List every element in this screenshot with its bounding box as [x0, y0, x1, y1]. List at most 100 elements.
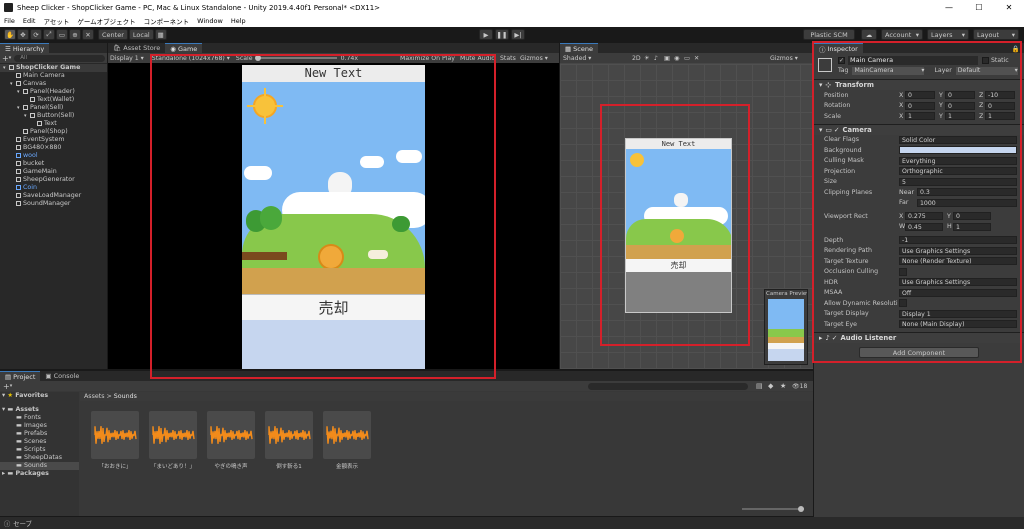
- menu-file[interactable]: File: [0, 17, 19, 25]
- hierarchy-item[interactable]: GameMain: [0, 168, 107, 176]
- menu-component[interactable]: コンポーネント: [140, 16, 194, 26]
- folder-item[interactable]: ▬ Prefabs: [0, 430, 79, 438]
- asset-item[interactable]: 「まいどあり！」: [144, 411, 202, 470]
- filter-type-icon[interactable]: ▤: [756, 382, 763, 390]
- field-value[interactable]: [899, 146, 1017, 155]
- hierarchy-item[interactable]: Coin: [0, 184, 107, 192]
- tab-scene[interactable]: ▦ Scene: [560, 43, 598, 53]
- resolution-dropdown[interactable]: Standalone (1024x768) ▾: [152, 55, 230, 62]
- hierarchy-item[interactable]: Panel(Shop): [0, 128, 107, 136]
- hierarchy-item[interactable]: SoundManager: [0, 200, 107, 208]
- near-field[interactable]: 0.3: [917, 188, 1017, 197]
- game-view[interactable]: New Text 売却: [242, 65, 425, 369]
- tab-game[interactable]: ◉ Game: [165, 43, 203, 53]
- scene-camera-frame[interactable]: New Text 売却: [625, 138, 732, 313]
- viewport-w-field[interactable]: 0.45: [905, 222, 943, 231]
- viewport-h-field[interactable]: 1: [953, 222, 991, 231]
- position-x-field[interactable]: 0: [905, 91, 935, 100]
- coin-sprite[interactable]: [318, 244, 344, 268]
- tab-hierarchy[interactable]: ☰ Hierarchy: [0, 43, 50, 53]
- field-value[interactable]: Orthographic: [899, 167, 1017, 176]
- pivot-local-button[interactable]: Local: [128, 29, 154, 40]
- sell-button[interactable]: 売却: [242, 294, 425, 320]
- camera-enabled-checkbox[interactable]: ✓: [834, 126, 840, 134]
- field-value[interactable]: Use Graphics Settings: [899, 278, 1017, 287]
- rect-tool-icon[interactable]: ▭: [56, 29, 68, 40]
- position-y-field[interactable]: 0: [945, 91, 975, 100]
- grid-snap-icon[interactable]: ▦: [154, 29, 167, 40]
- viewport-y-field[interactable]: 0: [953, 212, 991, 221]
- folder-item[interactable]: ▬ Images: [0, 422, 79, 430]
- hand-tool-icon[interactable]: ✋: [4, 29, 16, 40]
- mute-audio-toggle[interactable]: Mute Audio: [460, 55, 495, 62]
- hierarchy-item[interactable]: ▾ Button(Sell): [0, 112, 107, 120]
- slider-thumb[interactable]: [798, 506, 804, 512]
- scene-gizmos-dropdown[interactable]: Gizmos ▾: [770, 55, 798, 62]
- folder-item[interactable]: ▬ Scenes: [0, 438, 79, 446]
- plastic-scm-button[interactable]: Plastic SCM: [803, 29, 855, 40]
- maximize-on-play-toggle[interactable]: Maximize On Play: [400, 55, 455, 62]
- asset-item[interactable]: やぎの鳴き声: [202, 411, 260, 470]
- field-value[interactable]: None (Main Display): [899, 320, 1017, 329]
- hierarchy-item[interactable]: wool: [0, 152, 107, 160]
- pivot-center-button[interactable]: Center: [98, 29, 128, 40]
- tab-console[interactable]: ▣ Console: [40, 371, 85, 381]
- hierarchy-item[interactable]: Text: [0, 120, 107, 128]
- layer-dropdown[interactable]: Default ▾: [955, 66, 1018, 75]
- hierarchy-search-input[interactable]: All: [14, 54, 105, 62]
- hierarchy-item[interactable]: Text(Wallet): [0, 96, 107, 104]
- breadcrumb-sounds[interactable]: Sounds: [114, 393, 137, 400]
- tab-project[interactable]: ▤ Project: [0, 371, 41, 381]
- account-dropdown[interactable]: Account ▾: [881, 29, 923, 40]
- asset-item[interactable]: 倒す斬る1: [260, 411, 318, 470]
- favorites-item[interactable]: ▾ ★ Favorites: [0, 392, 79, 400]
- menu-window[interactable]: Window: [193, 17, 227, 25]
- field-value[interactable]: Solid Color: [899, 135, 1017, 144]
- close-icon[interactable]: ✕: [994, 0, 1024, 15]
- field-value[interactable]: Off: [899, 288, 1017, 297]
- minimize-icon[interactable]: —: [934, 0, 964, 15]
- hierarchy-item[interactable]: bucket: [0, 160, 107, 168]
- filter-label-icon[interactable]: ◆: [768, 382, 773, 390]
- transform-header[interactable]: ▾ ⊹ Transform: [814, 79, 1024, 90]
- tools-icon[interactable]: ✕: [694, 55, 699, 62]
- hidden-icon[interactable]: ◉: [674, 55, 679, 62]
- hierarchy-item[interactable]: ▾ Canvas: [0, 80, 107, 88]
- add-icon[interactable]: +: [2, 54, 9, 63]
- rotation-z-field[interactable]: 0: [985, 101, 1015, 110]
- lock-icon[interactable]: 🔒: [1012, 45, 1020, 53]
- effects-icon[interactable]: ▣: [664, 55, 670, 62]
- scale-y-field[interactable]: 1: [945, 112, 975, 121]
- field-value[interactable]: Use Graphics Settings: [899, 246, 1017, 255]
- camera-icon[interactable]: ▭: [684, 55, 690, 62]
- pause-button[interactable]: ❚❚: [495, 29, 509, 40]
- hierarchy-item[interactable]: ▾ Panel(Sell): [0, 104, 107, 112]
- hierarchy-item[interactable]: EventSystem: [0, 136, 107, 144]
- scale-z-field[interactable]: 1: [985, 112, 1015, 121]
- field-value[interactable]: [899, 267, 907, 276]
- rotation-y-field[interactable]: 0: [945, 101, 975, 110]
- breadcrumb-assets[interactable]: Assets: [84, 393, 105, 400]
- maximize-icon[interactable]: ☐: [964, 0, 994, 15]
- asset-item[interactable]: 金額表示: [318, 411, 376, 470]
- rotation-x-field[interactable]: 0: [905, 101, 935, 110]
- audio-icon[interactable]: ♪: [654, 55, 658, 62]
- hierarchy-item[interactable]: SaveLoadManager: [0, 192, 107, 200]
- tab-inspector[interactable]: ⓘ Inspector: [814, 43, 863, 54]
- field-value[interactable]: -1: [899, 236, 1017, 245]
- hierarchy-item[interactable]: Main Camera: [0, 72, 107, 80]
- menu-help[interactable]: Help: [227, 17, 250, 25]
- position-z-field[interactable]: -10: [985, 91, 1015, 100]
- tab-asset-store[interactable]: 🛍 Asset Store: [108, 43, 166, 53]
- add-icon[interactable]: +: [3, 382, 10, 391]
- far-field[interactable]: 1000: [917, 198, 1017, 207]
- layout-dropdown[interactable]: Layout ▾: [973, 29, 1019, 40]
- folder-item[interactable]: ▬ Scripts: [0, 446, 79, 454]
- hierarchy-item[interactable]: BG480×880: [0, 144, 107, 152]
- scale-slider[interactable]: [254, 55, 337, 61]
- asset-item[interactable]: 「おおきに」: [86, 411, 144, 470]
- scale-tool-icon[interactable]: ⤢: [43, 29, 55, 40]
- active-checkbox[interactable]: ✓: [838, 56, 845, 64]
- scale-x-field[interactable]: 1: [905, 112, 935, 121]
- audio-listener-header[interactable]: ▸ ♪ ✓ Audio Listener: [814, 331, 1024, 343]
